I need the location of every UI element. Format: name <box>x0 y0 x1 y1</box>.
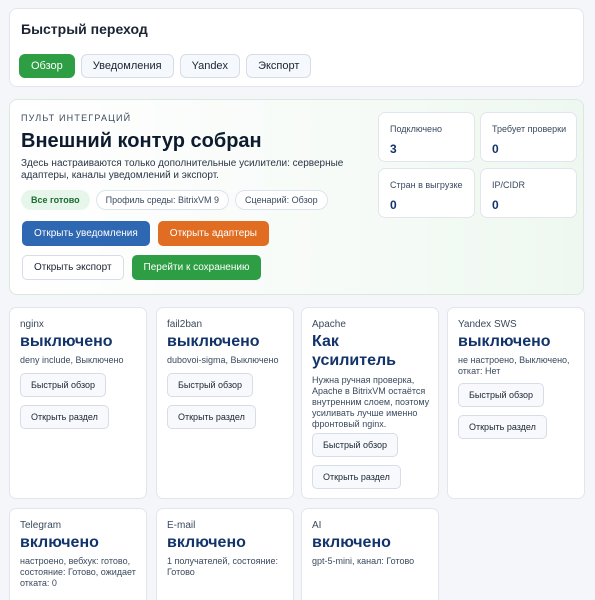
service-details: deny include, Выключено <box>20 355 124 365</box>
open-export-button[interactable]: Открыть экспорт <box>22 255 124 280</box>
service-name: nginx <box>20 319 44 330</box>
status-badge: Все готово <box>21 190 90 210</box>
service-card-email: E-mail включено 1 получателей, состояние… <box>156 508 294 600</box>
stat-value: 0 <box>492 198 499 212</box>
service-status: выключено <box>458 333 551 350</box>
console-description: Здесь настраиваются только дополнительны… <box>21 158 344 181</box>
service-details: не настроено, Выключено, откат: Нет <box>458 355 570 376</box>
open-adapters-button[interactable]: Открыть адаптеры <box>157 221 269 246</box>
service-details: Нужна ручная проверка, Apache в BitrixVM… <box>312 375 430 429</box>
service-status: включено <box>20 534 99 551</box>
console-chips: Все готово Профиль среды: BitrixVM 9 Сце… <box>21 190 328 210</box>
profile-chip: Профиль среды: BitrixVM 9 <box>95 190 230 210</box>
service-status: выключено <box>167 333 260 350</box>
service-name: Apache <box>312 319 346 330</box>
service-card-nginx: nginx выключено deny include, Выключено … <box>9 307 147 499</box>
service-card-fail2ban: fail2ban выключено dubovoi-sigma, Выключ… <box>156 307 294 499</box>
stat-connected: Подключено 3 <box>378 112 475 162</box>
service-name: fail2ban <box>167 319 203 330</box>
quick-nav-title: Быстрый переход <box>21 21 148 37</box>
service-status: включено <box>167 534 246 551</box>
tab-notifications[interactable]: Уведомления <box>80 54 174 78</box>
quick-overview-button[interactable]: Быстрый обзор <box>20 373 106 397</box>
service-name: Telegram <box>20 520 62 531</box>
go-to-save-button[interactable]: Перейти к сохранению <box>131 255 262 280</box>
quick-overview-button[interactable]: Быстрый обзор <box>167 373 253 397</box>
integration-console: Пульт интеграций Внешний контур собран З… <box>9 99 584 295</box>
service-name: AI <box>312 520 322 531</box>
open-notifications-button[interactable]: Открыть уведомления <box>22 221 150 246</box>
console-title: Внешний контур собран <box>21 130 262 152</box>
stat-value: 0 <box>390 198 397 212</box>
quick-nav-tabs: Обзор Уведомления Yandex Экспорт <box>19 54 312 78</box>
stat-label: IP/CIDR <box>492 180 526 190</box>
stat-countries: Стран в выгрузке 0 <box>378 168 475 218</box>
console-actions: Открыть уведомления Открыть адаптеры Отк… <box>22 221 367 280</box>
stat-ip-cidr: IP/CIDR 0 <box>480 168 577 218</box>
console-eyebrow: Пульт интеграций <box>21 113 132 123</box>
stat-value: 0 <box>492 142 499 156</box>
service-details: 1 получателей, состояние: Готово <box>167 556 278 577</box>
service-status: Как усилитель <box>312 333 396 369</box>
service-details: gpt-5-mini, канал: Готово <box>312 556 415 566</box>
open-section-button[interactable]: Открыть раздел <box>20 405 109 429</box>
service-card-yandex-sws: Yandex SWS выключено не настроено, Выклю… <box>447 307 585 499</box>
scenario-chip: Сценарий: Обзор <box>235 190 328 210</box>
tab-overview[interactable]: Обзор <box>19 54 75 78</box>
service-status: выключено <box>20 333 113 350</box>
service-status: включено <box>312 534 391 551</box>
tab-export[interactable]: Экспорт <box>246 54 312 78</box>
stat-needs-check: Требует проверки 0 <box>480 112 577 162</box>
stat-label: Требует проверки <box>492 124 567 134</box>
stat-label: Подключено <box>390 124 443 134</box>
service-card-apache: Apache Как усилитель Нужна ручная провер… <box>301 307 439 499</box>
open-section-button[interactable]: Открыть раздел <box>312 465 401 489</box>
open-section-button[interactable]: Открыть раздел <box>167 405 256 429</box>
service-card-telegram: Telegram включено настроено, вебхук: гот… <box>9 508 147 600</box>
service-details: dubovoi-sigma, Выключено <box>167 355 279 365</box>
service-card-ai: AI включено gpt-5-mini, канал: Готово <box>301 508 439 600</box>
stat-label: Стран в выгрузке <box>390 180 463 190</box>
quick-overview-button[interactable]: Быстрый обзор <box>458 383 544 407</box>
service-name: E-mail <box>167 520 196 531</box>
service-name: Yandex SWS <box>458 319 517 330</box>
quick-nav-panel: Быстрый переход Обзор Уведомления Yandex… <box>9 8 584 87</box>
tab-yandex[interactable]: Yandex <box>179 54 241 78</box>
service-details: настроено, вебхук: готово, состояние: Го… <box>20 556 136 588</box>
open-section-button[interactable]: Открыть раздел <box>458 415 547 439</box>
quick-overview-button[interactable]: Быстрый обзор <box>312 433 398 457</box>
stat-value: 3 <box>390 142 397 156</box>
